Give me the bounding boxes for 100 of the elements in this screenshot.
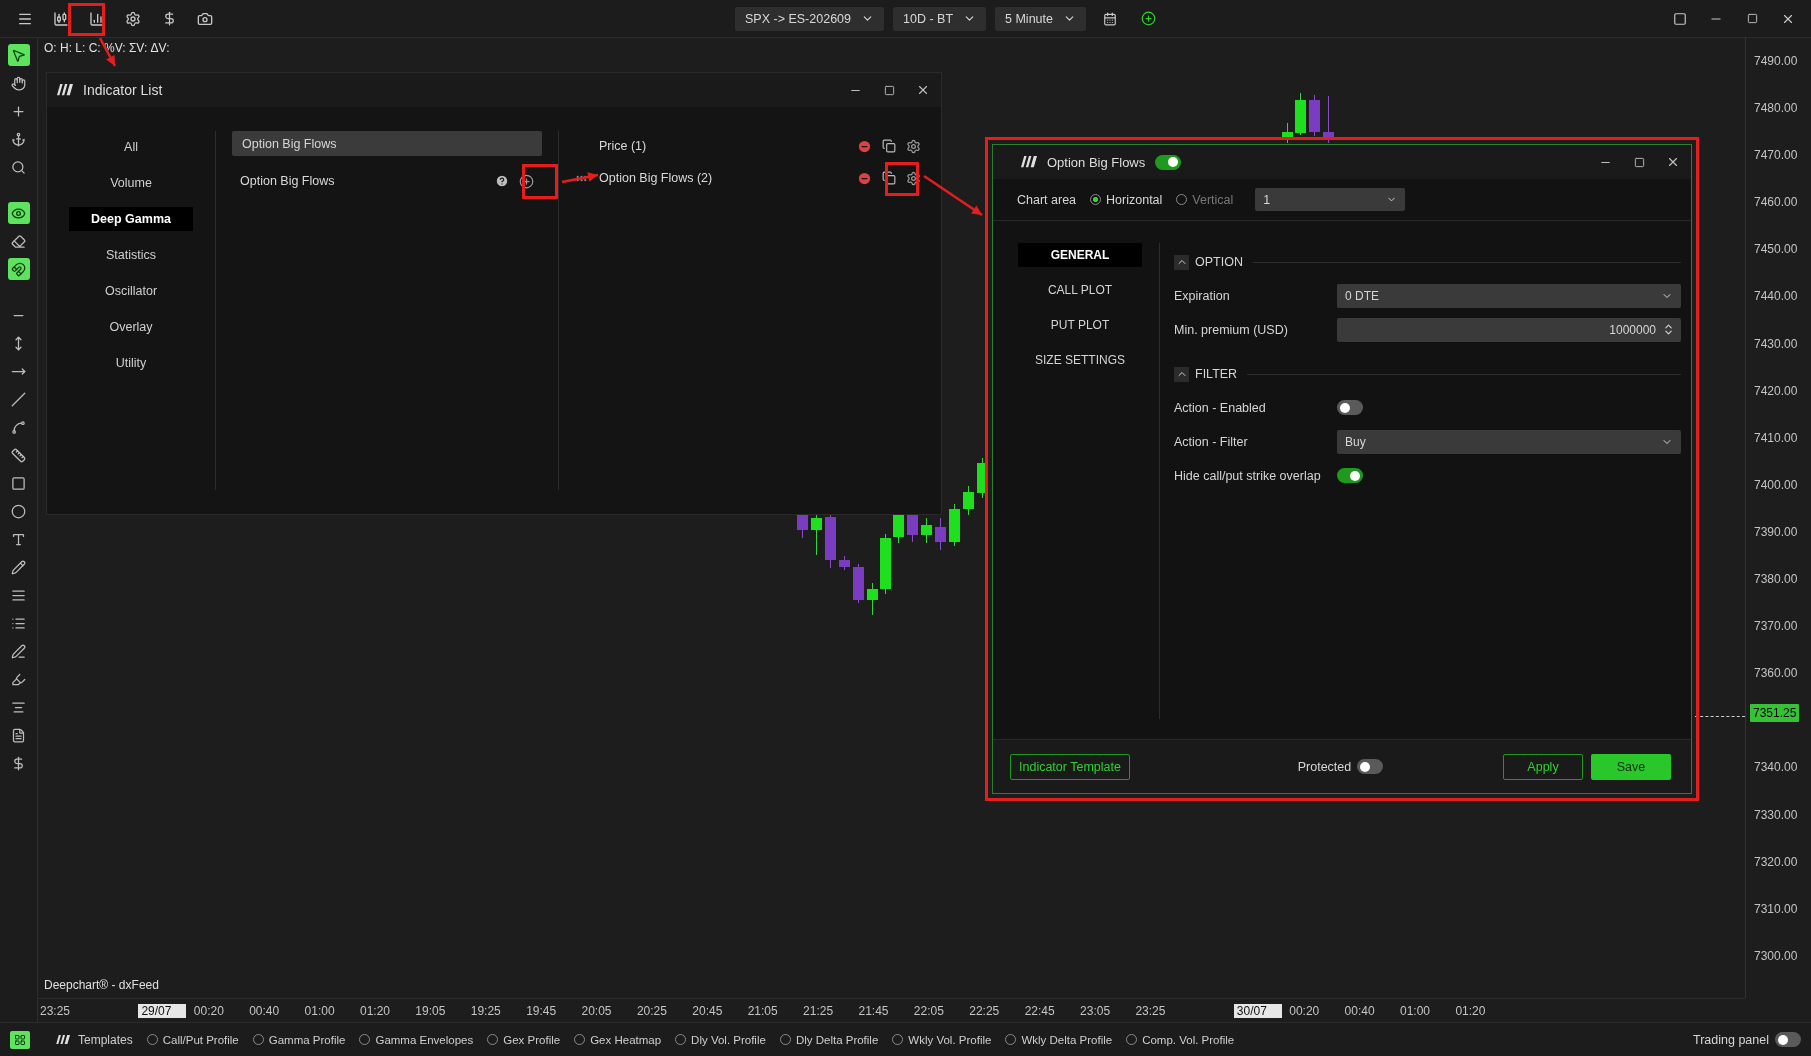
category-item[interactable]: All [69,135,193,159]
candle [880,533,891,595]
panel-icon[interactable] [10,1030,30,1049]
apply-button[interactable]: Apply [1503,753,1583,780]
profile-option[interactable]: Dly Vol. Profile [675,1033,766,1046]
profile-option[interactable]: Gex Profile [487,1033,561,1046]
category-item[interactable]: Overlay [69,315,193,339]
date-label: 30/07 [1233,1003,1282,1018]
toggle-switch[interactable] [1357,759,1384,774]
dropdown[interactable]: Buy [1337,429,1681,454]
toggle-switch[interactable] [1775,1032,1801,1047]
save-button[interactable]: Save [1591,753,1671,780]
profile-option[interactable]: Call/Put Profile [146,1033,239,1046]
candle [1282,122,1293,144]
price-label: 7360.00 [1753,665,1799,683]
category-item[interactable]: Statistics [69,243,193,267]
profile-option[interactable]: Gex Heatmap [574,1033,662,1046]
settings-tab[interactable]: GENERAL [1018,243,1142,267]
category-item[interactable]: Volume [69,171,193,195]
spinner-icon [1662,323,1675,336]
time-label: 23:25 [40,1003,72,1018]
category-item[interactable]: Deep Gamma [69,207,193,231]
field-label: Action - Filter [1174,434,1249,449]
time-label: 01:20 [1455,1003,1487,1018]
time-label: 00:20 [193,1003,225,1018]
settings-icon[interactable] [906,138,921,154]
collapse-button[interactable] [1174,254,1189,270]
slanted-bars-icon [1021,156,1037,168]
highlight-box [522,164,558,199]
selector-dropdown[interactable]: 10D - BT [893,6,986,31]
copy-icon[interactable] [882,171,896,185]
trading-panel-label: Trading panel [1693,1032,1769,1047]
time-label: 19:25 [470,1003,502,1018]
collapse-button[interactable] [1174,366,1189,382]
cursor-icon[interactable] [7,44,30,66]
time-label: 20:25 [636,1003,668,1018]
time-label: 00:40 [249,1003,281,1018]
time-label: 21:25 [803,1003,835,1018]
dropdown[interactable]: 0 DTE [1337,283,1681,308]
help-icon[interactable] [495,174,509,188]
remove-icon[interactable] [857,138,872,154]
settings-tab[interactable]: PUT PLOT [1018,313,1142,337]
search-field[interactable]: Option Big Flows [232,131,542,156]
time-label: 19:45 [526,1003,558,1018]
field-label: Hide call/put strike overlap [1174,468,1322,483]
toggle-switch[interactable] [1155,154,1182,170]
number-field[interactable]: 1000000 [1337,317,1681,342]
price-label: 7470.00 [1753,147,1799,165]
field-label: Min. premium (USD) [1174,322,1289,337]
selector-dropdown[interactable]: SPX -> ES-202609 [735,6,884,31]
candle [867,582,878,616]
time-label: 22:45 [1024,1003,1056,1018]
time-label: 20:45 [692,1003,724,1018]
settings-icon[interactable] [906,170,921,186]
indicator-name: Price (1) [599,139,648,153]
time-label: 20:05 [581,1003,613,1018]
template-button[interactable]: Indicator Template [1010,753,1130,780]
pane-dropdown[interactable]: 1 [1255,188,1406,211]
candle [963,485,974,516]
current-price-tag: 7351.25 [1750,704,1800,723]
candle [921,517,932,544]
magnet-icon[interactable] [7,258,30,280]
profile-option[interactable]: Comp. Vol. Profile [1126,1033,1235,1046]
category-item[interactable]: Oscillator [69,279,193,303]
time-label: 00:40 [1344,1003,1376,1018]
window-title: Option Big Flows [1047,154,1146,170]
time-label: 01:00 [304,1003,336,1018]
candle [839,555,850,571]
price-label: 7300.00 [1753,947,1799,965]
candle [1295,92,1306,136]
current-price-line [1695,716,1745,717]
add-icon[interactable] [519,173,534,189]
remove-icon[interactable] [857,170,872,186]
toggle-switch[interactable] [1337,468,1363,483]
profile-option[interactable]: Gamma Envelopes [359,1033,474,1046]
category-item[interactable]: Utility [69,351,193,375]
settings-tab[interactable]: CALL PLOT [1018,278,1142,302]
toggle-switch[interactable] [1337,400,1363,415]
eye-icon[interactable] [7,202,30,224]
selector-dropdown[interactable]: 5 Minute [995,6,1086,31]
radio-button[interactable] [1090,194,1102,205]
slanted-bars-icon [56,1034,70,1045]
highlight-box [68,3,105,36]
time-label: 23:05 [1080,1003,1112,1018]
time-label: 00:20 [1289,1003,1321,1018]
copy-icon[interactable] [882,139,896,153]
price-label: 7310.00 [1753,900,1799,918]
settings-tab[interactable]: SIZE SETTINGS [1018,348,1142,372]
price-label: 7490.00 [1753,53,1799,70]
date-label: 29/07 [138,1003,187,1018]
time-label: 23:25 [1135,1003,1167,1018]
profile-option[interactable]: Gamma Profile [252,1033,346,1046]
profile-option[interactable]: Wkly Vol. Profile [892,1033,992,1046]
price-label: 7440.00 [1753,288,1799,306]
profile-option[interactable]: Wkly Delta Profile [1005,1033,1113,1046]
templates-button[interactable]: Templates [56,1032,133,1047]
section-title: FILTER [1195,367,1238,381]
section-title: OPTION [1195,255,1243,269]
profile-option[interactable]: Dly Delta Profile [779,1033,879,1046]
time-label: 19:05 [415,1003,447,1018]
